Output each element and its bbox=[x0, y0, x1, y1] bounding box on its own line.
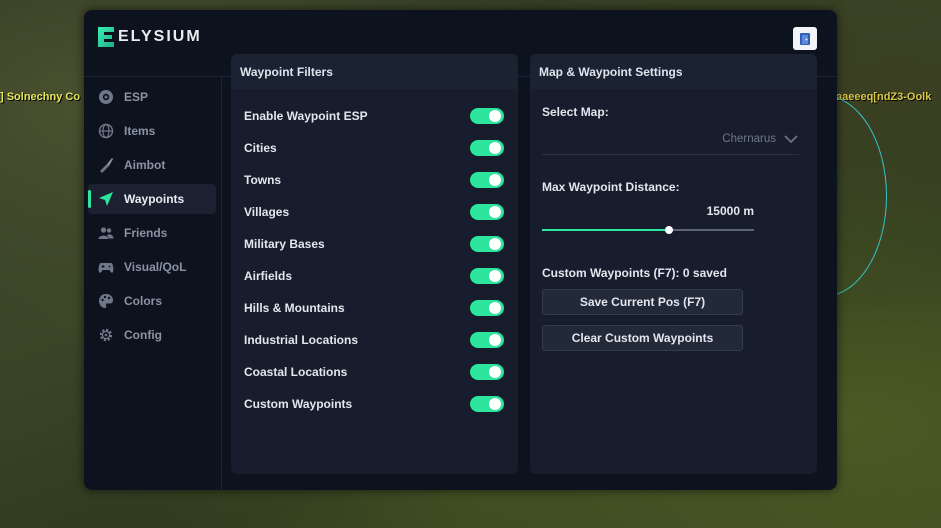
filter-label: Enable Waypoint ESP bbox=[244, 109, 368, 123]
sidebar-item-colors[interactable]: Colors bbox=[88, 286, 216, 316]
filter-row-hills-mountains: Hills & Mountains bbox=[244, 299, 504, 317]
map-select-dropdown[interactable]: Chernarus bbox=[542, 128, 798, 150]
slider-thumb[interactable] bbox=[665, 226, 674, 234]
filter-row-military-bases: Military Bases bbox=[244, 235, 504, 253]
gamepad-icon bbox=[98, 259, 114, 275]
eye-icon bbox=[98, 89, 114, 105]
users-icon bbox=[98, 225, 114, 241]
gear-icon bbox=[98, 327, 114, 343]
distance-value: 15000 m bbox=[706, 204, 754, 218]
sidebar-item-label: Aimbot bbox=[124, 158, 166, 172]
filter-label: Industrial Locations bbox=[244, 333, 359, 347]
distance-slider[interactable] bbox=[542, 226, 754, 234]
logo-text: ELYSIUM bbox=[118, 28, 202, 45]
filter-label: Towns bbox=[244, 173, 282, 187]
cheat-menu-window: ELYSIUM ESP Items Aimbot Waypoints Frien… bbox=[84, 10, 837, 490]
chevron-down-icon bbox=[784, 134, 798, 143]
distance-label: Max Waypoint Distance: bbox=[542, 180, 680, 194]
sidebar-item-waypoints[interactable]: Waypoints bbox=[88, 184, 216, 214]
toggle-switch[interactable] bbox=[470, 364, 504, 380]
door-icon bbox=[800, 32, 810, 45]
toggle-switch[interactable] bbox=[470, 300, 504, 316]
sidebar-item-label: Visual/QoL bbox=[124, 260, 187, 274]
sidebar: ESP Items Aimbot Waypoints Friends Visua… bbox=[88, 82, 216, 354]
filter-row-airfields: Airfields bbox=[244, 267, 504, 285]
toggle-switch[interactable] bbox=[470, 140, 504, 156]
filter-row-cities: Cities bbox=[244, 139, 504, 157]
filter-row-custom-waypoints: Custom Waypoints bbox=[244, 395, 504, 413]
logo-e-icon bbox=[96, 26, 116, 48]
sidebar-item-label: Friends bbox=[124, 226, 168, 240]
toggle-switch[interactable] bbox=[470, 108, 504, 124]
filter-label: Military Bases bbox=[244, 237, 325, 251]
sidebar-item-label: Waypoints bbox=[124, 192, 185, 206]
toggle-switch[interactable] bbox=[470, 236, 504, 252]
sidebar-item-config[interactable]: Config bbox=[88, 320, 216, 350]
slider-fill bbox=[542, 229, 670, 231]
custom-waypoints-count: Custom Waypoints (F7): 0 saved bbox=[542, 266, 727, 280]
filter-row-coastal-locations: Coastal Locations bbox=[244, 363, 504, 381]
palette-icon bbox=[98, 293, 114, 309]
globe-icon bbox=[98, 123, 114, 139]
filter-label: Villages bbox=[244, 205, 290, 219]
toggle-switch[interactable] bbox=[470, 332, 504, 348]
select-underline bbox=[542, 154, 799, 155]
sidebar-item-aimbot[interactable]: Aimbot bbox=[88, 150, 216, 180]
sidebar-item-label: ESP bbox=[124, 90, 149, 104]
world-location-label-right: aaeeeq[ndZ3-Oolk bbox=[836, 91, 932, 103]
crosshair-knife-icon bbox=[98, 157, 114, 173]
toggle-switch[interactable] bbox=[470, 172, 504, 188]
save-current-pos-button[interactable]: Save Current Pos (F7) bbox=[542, 289, 743, 315]
filter-label: Custom Waypoints bbox=[244, 397, 353, 411]
world-location-label-left: ] Solnechny Co bbox=[0, 91, 81, 103]
clear-custom-waypoints-button[interactable]: Clear Custom Waypoints bbox=[542, 325, 743, 351]
selected-map-value: Chernarus bbox=[722, 133, 776, 145]
sidebar-divider bbox=[221, 77, 222, 490]
exit-button[interactable] bbox=[793, 27, 817, 50]
filter-row-industrial-locations: Industrial Locations bbox=[244, 331, 504, 349]
toggle-switch[interactable] bbox=[470, 268, 504, 284]
filter-label: Cities bbox=[244, 141, 277, 155]
sidebar-item-label: Colors bbox=[124, 294, 163, 308]
sidebar-item-visual-qol[interactable]: Visual/QoL bbox=[88, 252, 216, 282]
filter-row-towns: Towns bbox=[244, 171, 504, 189]
toggle-switch[interactable] bbox=[470, 396, 504, 412]
filter-label: Hills & Mountains bbox=[244, 301, 345, 315]
sidebar-item-items[interactable]: Items bbox=[88, 116, 216, 146]
sidebar-item-label: Config bbox=[124, 328, 162, 342]
panel-title: Waypoint Filters bbox=[231, 54, 518, 89]
toggle-switch[interactable] bbox=[470, 204, 504, 220]
sidebar-item-label: Items bbox=[124, 124, 156, 138]
filter-label: Coastal Locations bbox=[244, 365, 348, 379]
navigation-arrow-icon bbox=[98, 191, 114, 207]
waypoint-filters-panel: Waypoint Filters Enable Waypoint ESP Cit… bbox=[231, 54, 518, 474]
app-logo: ELYSIUM bbox=[96, 26, 202, 48]
map-waypoint-settings-panel: Map & Waypoint Settings Select Map: Cher… bbox=[530, 54, 817, 474]
panel-title: Map & Waypoint Settings bbox=[530, 54, 817, 89]
filter-label: Airfields bbox=[244, 269, 293, 283]
sidebar-item-friends[interactable]: Friends bbox=[88, 218, 216, 248]
filter-row-enable-waypoint-esp: Enable Waypoint ESP bbox=[244, 107, 504, 125]
select-map-label: Select Map: bbox=[542, 105, 609, 119]
sidebar-item-esp[interactable]: ESP bbox=[88, 82, 216, 112]
filter-row-villages: Villages bbox=[244, 203, 504, 221]
